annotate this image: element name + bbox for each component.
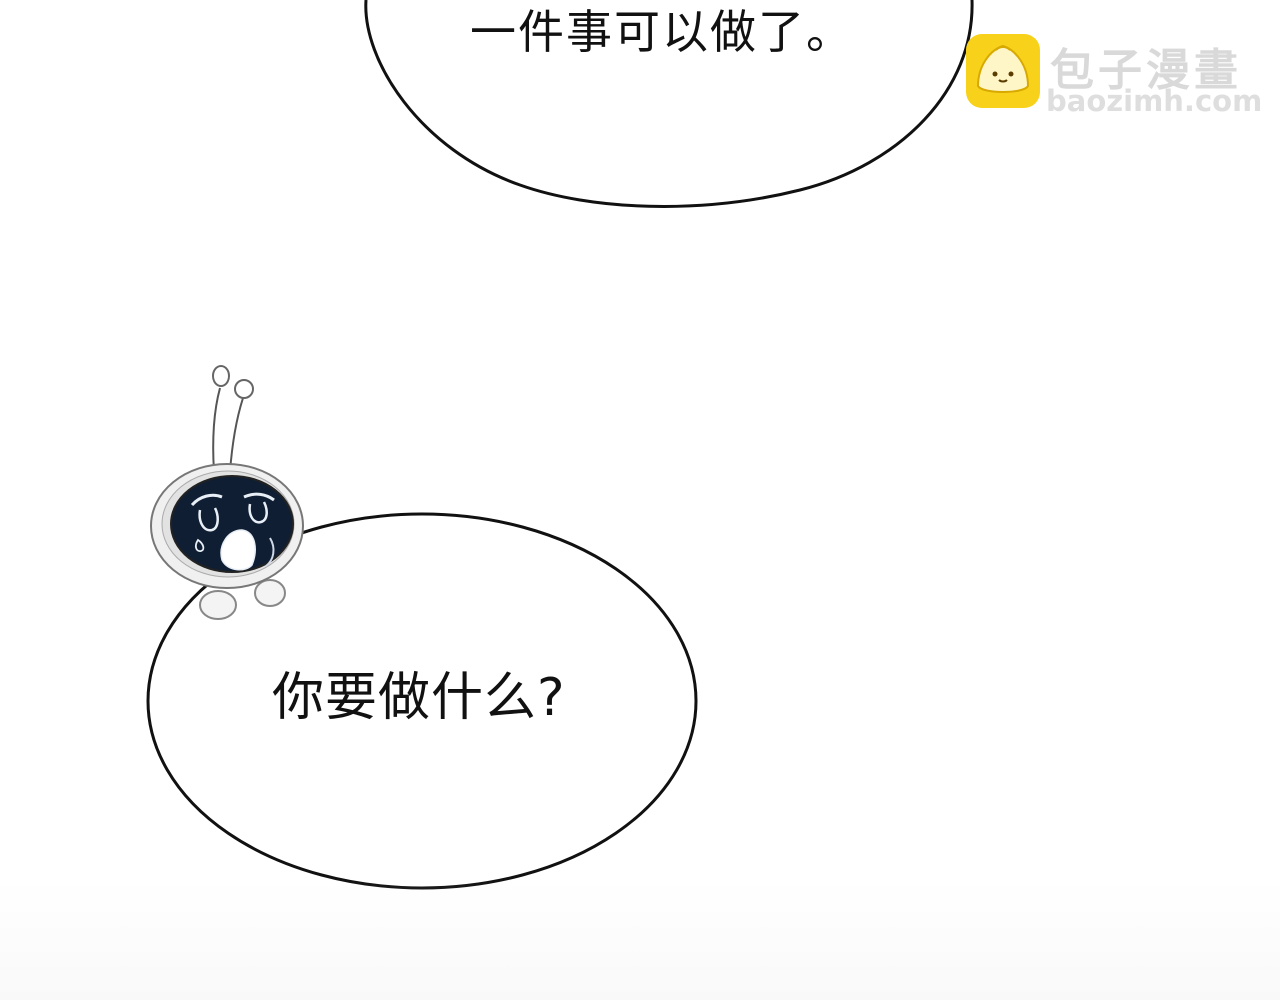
watermark-url: baozimh.com: [1046, 84, 1263, 118]
floor-haze: [0, 880, 1280, 1000]
bottom-bubble-text: 你要做什么?: [272, 668, 566, 728]
site-watermark: 包子漫畫 baozimh.com: [966, 34, 1266, 118]
bun-logo-icon: [966, 34, 1040, 108]
comic-panel-art: [146, 0, 974, 890]
top-bubble-text: 一件事可以做了。: [470, 5, 854, 59]
